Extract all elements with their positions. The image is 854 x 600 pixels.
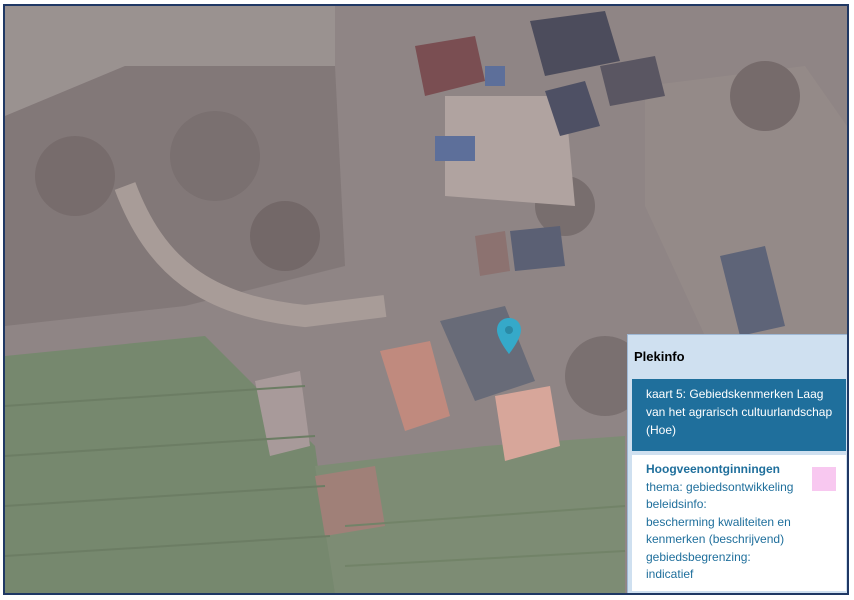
feature-line-indicatief: indicatief (646, 567, 694, 581)
shed-blue (510, 226, 565, 271)
map-frame: Plekinfo kaart 5: Gebiedskenmerken Laag … (3, 4, 849, 595)
feature-line-beleidsinfo: beleidsinfo: (646, 497, 707, 511)
feature-line-thema: thema: gebiedsontwikkeling (646, 479, 794, 494)
shed-small (475, 231, 510, 276)
plekinfo-panel: Plekinfo kaart 5: Gebiedskenmerken Laag … (627, 334, 847, 593)
map-pin-icon[interactable] (497, 318, 521, 354)
feature-line-bescherming: bescherming kwaliteiten en (646, 514, 791, 529)
feature-info: Hoogveenontginningen thema: gebiedsontwi… (632, 455, 846, 591)
feature-name: Hoogveenontginningen (646, 462, 780, 476)
legend-swatch (812, 467, 836, 491)
panel-title: Plekinfo (634, 349, 685, 364)
feature-line-gebiedsbegrenzing: gebiedsbegrenzing: (646, 549, 751, 564)
layer-title[interactable]: kaart 5: Gebiedskenmerken Laag van het a… (632, 379, 846, 451)
feature-line-kenmerken: kenmerken (beschrijvend) (646, 532, 785, 546)
